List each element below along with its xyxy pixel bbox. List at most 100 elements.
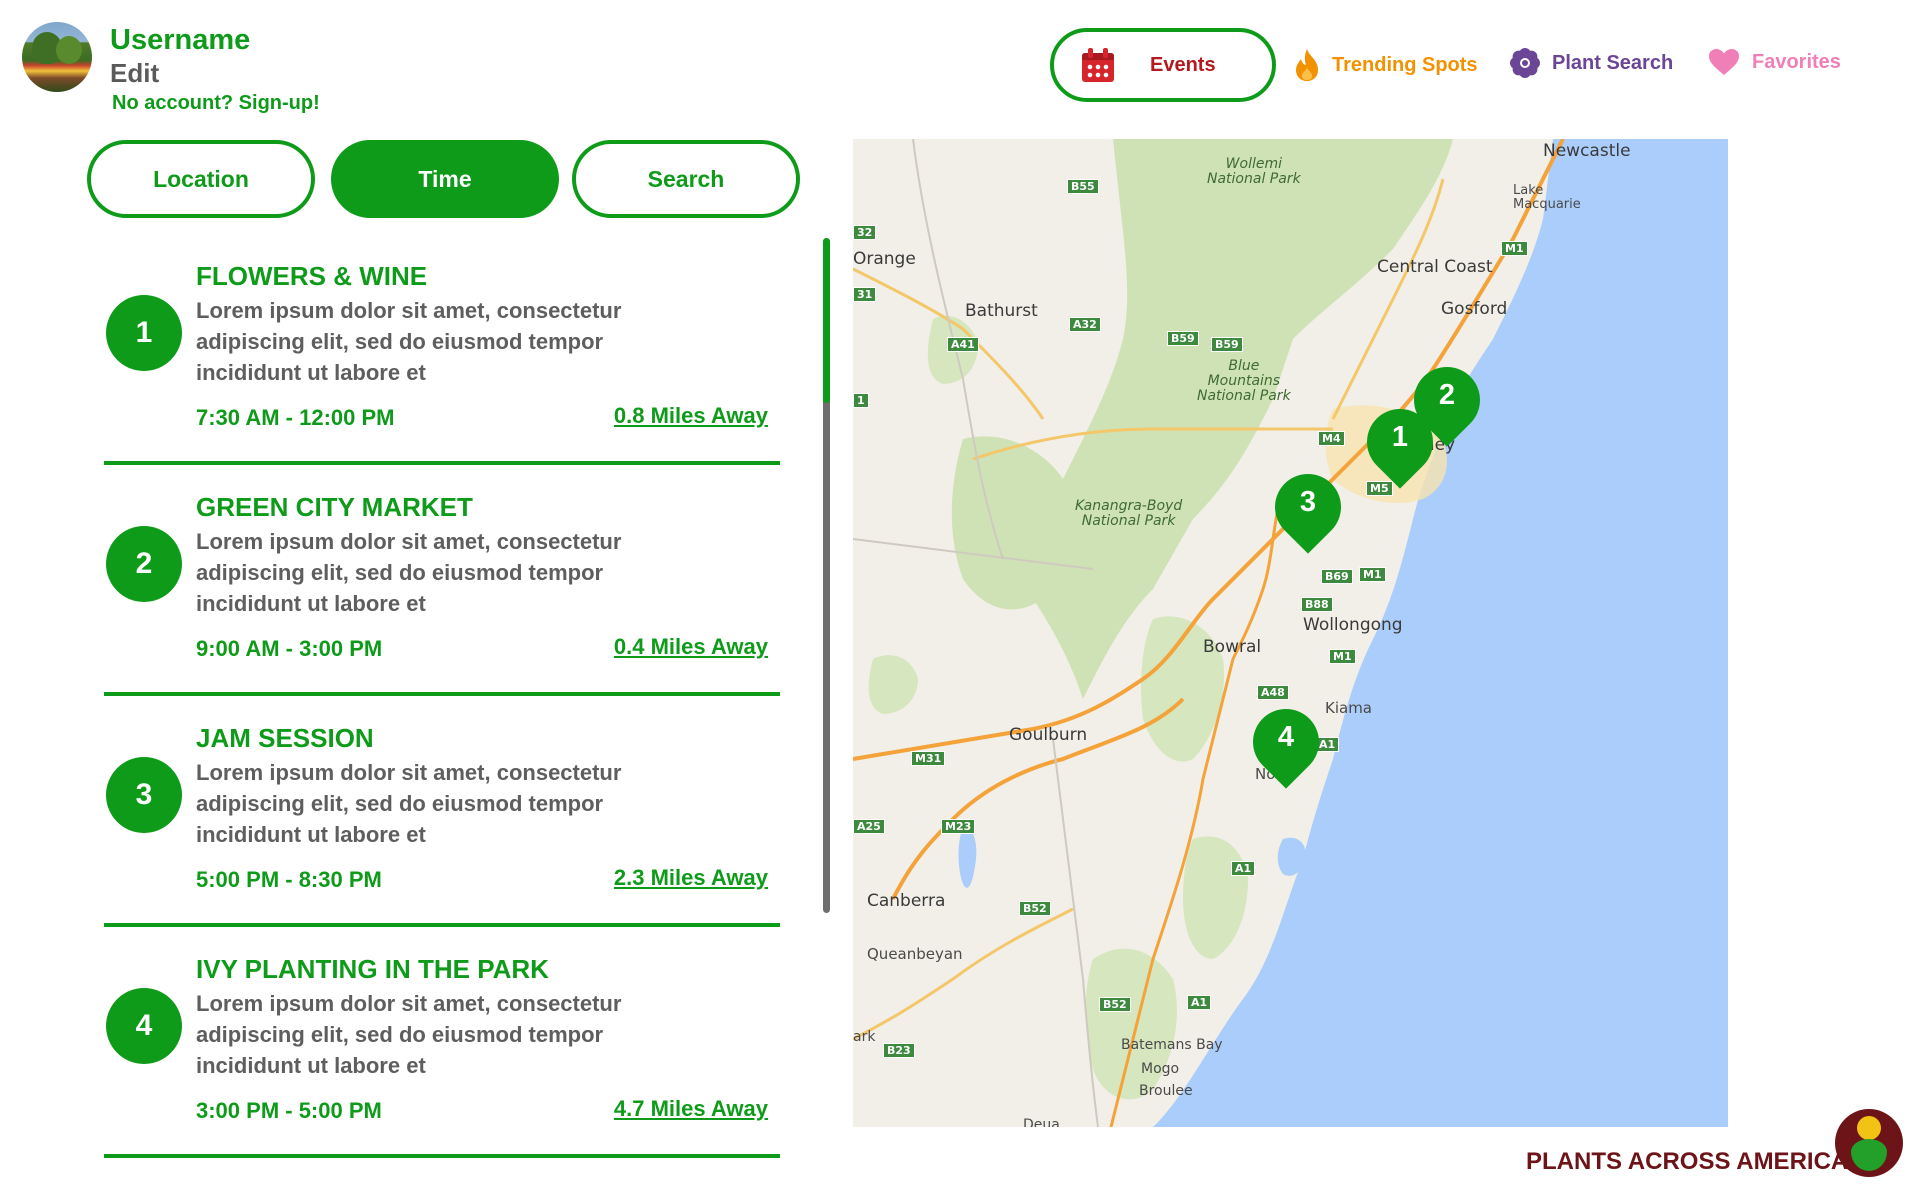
avatar-tree-2 (56, 36, 82, 64)
road-shield: M1 (1359, 567, 1386, 582)
tab-location[interactable]: Location (87, 140, 315, 218)
map-label-wollongong: Wollongong (1303, 615, 1403, 635)
map-park-kanangra: Kanangra-Boyd National Park (1075, 498, 1183, 529)
map-label-kiama: Kiama (1325, 699, 1372, 717)
road-shield: M1 (1501, 241, 1528, 256)
map-label-canberra: Canberra (867, 891, 946, 911)
event-time: 9:00 AM - 3:00 PM (196, 636, 383, 661)
event-time: 3:00 PM - 5:00 PM (196, 1098, 382, 1123)
map-pin-4[interactable]: 4 (1239, 695, 1333, 799)
nav-trending-spots[interactable]: Trending Spots (1294, 48, 1478, 82)
road-shield: B52 (1099, 997, 1131, 1012)
event-description: Lorem ipsum dolor sit amet, consectetur … (196, 991, 622, 1078)
nav-plant-search[interactable]: Plant Search (1510, 48, 1673, 78)
map-label-newcastle: Newcastle (1543, 141, 1631, 161)
road-shield: B59 (1211, 337, 1243, 352)
map-pin-number: 3 (1299, 486, 1317, 518)
map-label-ark: ark (853, 1029, 876, 1045)
road-shield: 1 (853, 393, 869, 408)
list-item[interactable]: 2 GREEN CITY MARKET Lorem ipsum dolor si… (104, 486, 780, 696)
nav-events-label: Events (1150, 53, 1216, 76)
event-number-badge: 3 (106, 757, 182, 833)
map-park-wollemi: Wollemi National Park (1207, 156, 1301, 187)
map-label-deua: Deua (1023, 1117, 1060, 1127)
map-label-mogo: Mogo (1141, 1061, 1180, 1077)
map-label-lake-macquarie: Lake Macquarie (1513, 183, 1581, 212)
map-label-batemans-bay: Batemans Bay (1121, 1037, 1223, 1053)
calendar-icon (1082, 48, 1114, 82)
avatar[interactable] (22, 22, 92, 92)
map-label-goulburn: Goulburn (1009, 725, 1088, 745)
brand-sun-shape (1857, 1116, 1881, 1140)
map-terrain (853, 139, 1728, 1127)
event-time: 5:00 PM - 8:30 PM (196, 867, 382, 892)
map-label-broulee: Broulee (1139, 1083, 1193, 1099)
map-label-central-coast: Central Coast (1377, 257, 1493, 277)
map-view[interactable]: Newcastle Lake Macquarie Central Coast G… (853, 139, 1728, 1127)
road-shield: B88 (1301, 597, 1333, 612)
road-shield: A1 (1187, 995, 1212, 1010)
map-label-bathurst: Bathurst (965, 301, 1038, 321)
event-time: 7:30 AM - 12:00 PM (196, 405, 395, 430)
road-shield: B69 (1321, 569, 1353, 584)
road-shield: A41 (947, 337, 979, 352)
event-title: JAM SESSION (196, 723, 374, 753)
event-distance-link[interactable]: 4.7 Miles Away (614, 1096, 768, 1122)
event-description: Lorem ipsum dolor sit amet, consectetur … (196, 298, 622, 385)
event-distance-link[interactable]: 0.4 Miles Away (614, 634, 768, 660)
map-label-orange: Orange (853, 249, 916, 269)
event-title: IVY PLANTING IN THE PARK (196, 954, 549, 984)
road-shield: A48 (1257, 685, 1289, 700)
road-shield: B52 (1019, 901, 1051, 916)
list-item[interactable]: 3 JAM SESSION Lorem ipsum dolor sit amet… (104, 717, 780, 927)
road-shield: B23 (883, 1043, 915, 1058)
nav-favorites-label: Favorites (1752, 50, 1841, 73)
edit-profile-link[interactable]: Edit (110, 58, 159, 89)
flame-icon (1296, 49, 1318, 81)
list-item[interactable]: 4 IVY PLANTING IN THE PARK Lorem ipsum d… (104, 948, 780, 1158)
map-pin-number: 2 (1438, 379, 1456, 411)
map-pin-2[interactable]: 2 (1400, 353, 1494, 457)
road-shield: B55 (1067, 179, 1099, 194)
event-distance-link[interactable]: 0.8 Miles Away (614, 403, 768, 429)
nav-trending-label: Trending Spots (1332, 53, 1478, 76)
event-number-badge: 2 (106, 526, 182, 602)
road-shield: M4 (1318, 431, 1345, 446)
signup-link[interactable]: No account? Sign-up! (112, 92, 320, 115)
event-number-badge: 1 (106, 295, 182, 371)
road-shield: M23 (941, 819, 976, 834)
map-label-queanbeyan: Queanbeyan (867, 945, 963, 963)
username: Username (110, 24, 251, 56)
brand-leaf-shape (1851, 1139, 1887, 1171)
road-shield: M31 (911, 751, 946, 766)
road-shield: A32 (1069, 317, 1101, 332)
map-label-bowral: Bowral (1203, 637, 1262, 657)
event-title: FLOWERS & WINE (196, 261, 428, 291)
road-shield: 31 (853, 287, 877, 302)
event-distance-link[interactable]: 2.3 Miles Away (614, 865, 768, 891)
road-shield: 32 (853, 225, 877, 240)
event-number-badge: 4 (106, 988, 182, 1064)
road-shield: B59 (1167, 331, 1199, 346)
map-pin-3[interactable]: 3 (1261, 460, 1355, 564)
event-description: Lorem ipsum dolor sit amet, consectetur … (196, 760, 622, 847)
tab-search[interactable]: Search (572, 140, 800, 218)
nav-events-button[interactable]: Events (1050, 28, 1276, 102)
event-title: GREEN CITY MARKET (196, 492, 473, 522)
brand-name: PLANTS ACROSS AMERICA (1526, 1148, 1849, 1175)
scrollbar-thumb[interactable] (823, 238, 830, 403)
road-shield: A1 (1231, 861, 1256, 876)
map-pin-number: 4 (1277, 721, 1295, 753)
nav-plant-label: Plant Search (1552, 51, 1674, 74)
list-item[interactable]: 1 FLOWERS & WINE Lorem ipsum dolor sit a… (104, 255, 780, 465)
map-label-gosford: Gosford (1441, 299, 1508, 319)
brand-logo-icon (1835, 1109, 1903, 1177)
road-shield: M1 (1329, 649, 1356, 664)
event-description: Lorem ipsum dolor sit amet, consectetur … (196, 529, 622, 616)
flower-icon (1510, 48, 1540, 78)
tab-time[interactable]: Time (331, 140, 559, 218)
nav-favorites[interactable]: Favorites (1708, 48, 1841, 76)
heart-icon (1709, 49, 1739, 75)
map-park-blue-mountains: Blue Mountains National Park (1197, 358, 1291, 404)
road-shield: A25 (853, 819, 885, 834)
